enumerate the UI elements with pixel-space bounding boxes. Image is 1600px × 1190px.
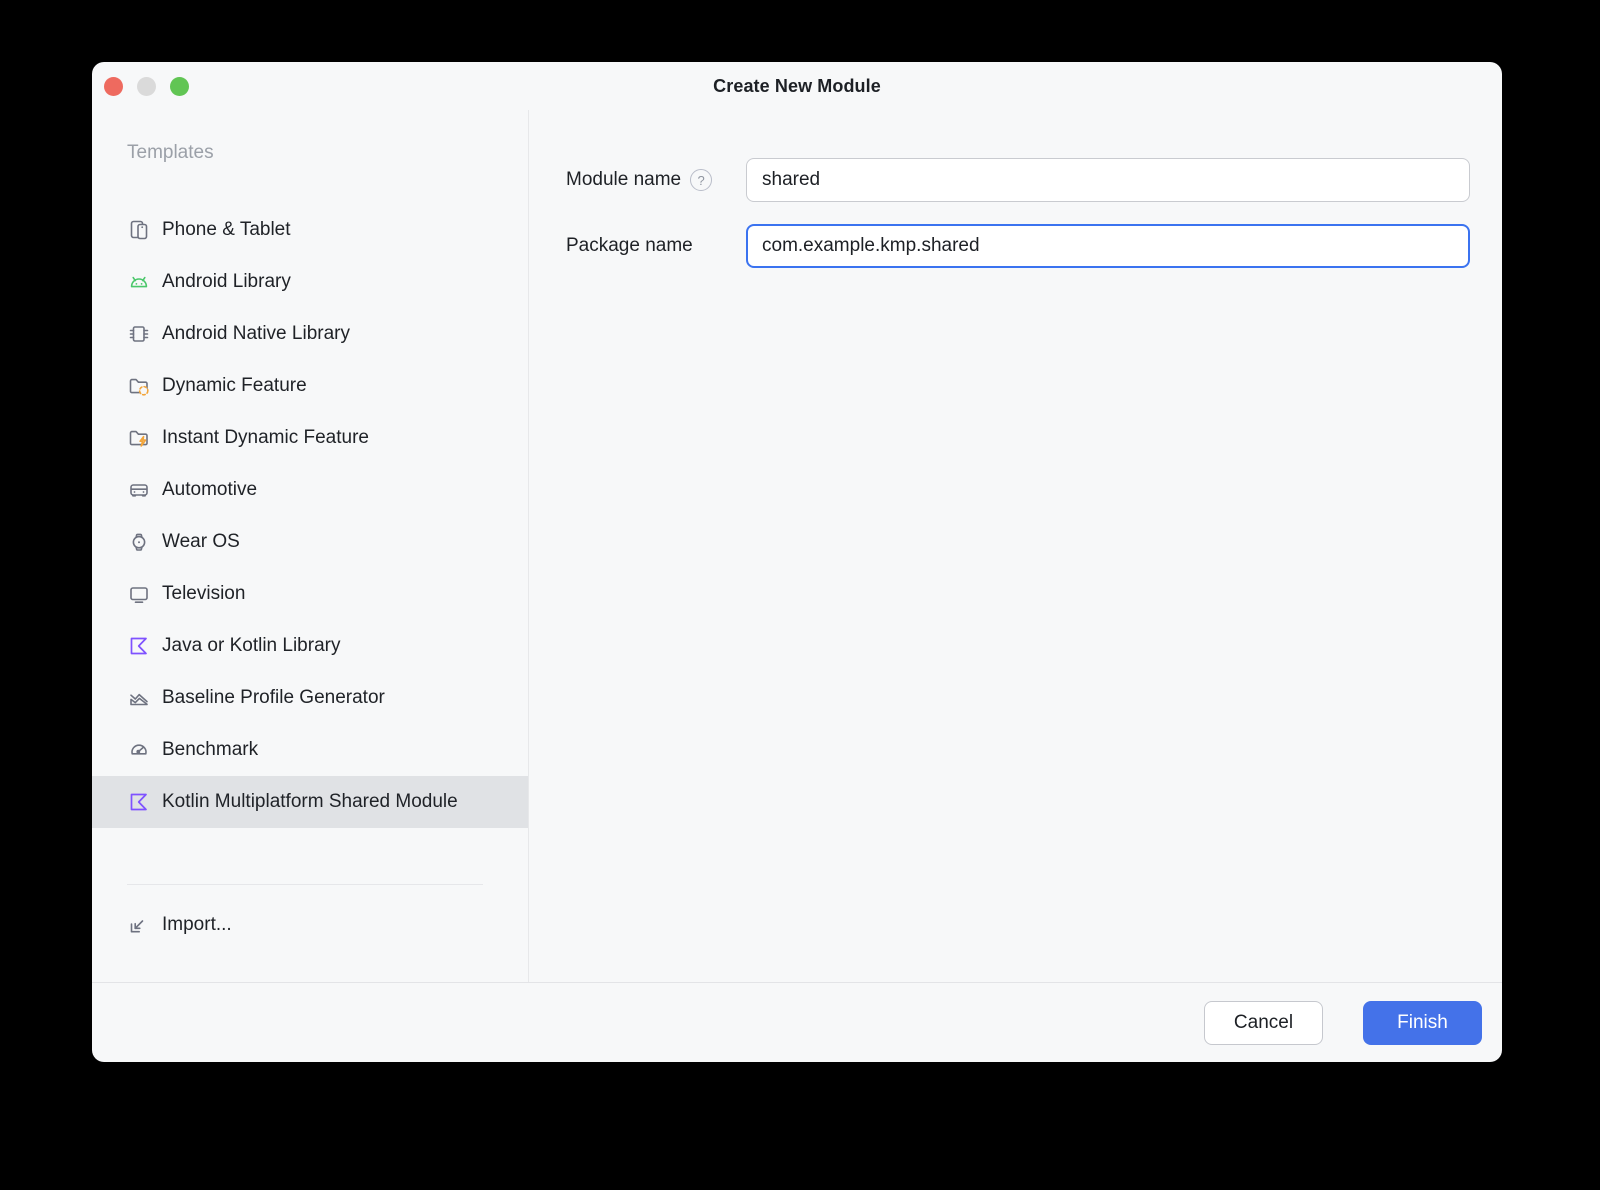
chart-icon: [127, 686, 151, 710]
cancel-button[interactable]: Cancel: [1204, 1000, 1323, 1045]
template-item-label: Android Library: [162, 271, 291, 292]
package-name-label: Package name: [566, 235, 693, 256]
gauge-icon: [127, 738, 151, 762]
package-name-input[interactable]: [746, 224, 1470, 268]
folder-instant-icon: [127, 426, 151, 450]
template-item-android-library[interactable]: Android Library: [92, 256, 528, 308]
import-item[interactable]: Import...: [92, 899, 528, 951]
import-icon: [127, 913, 151, 937]
module-name-label: Module name: [566, 169, 682, 190]
module-name-input[interactable]: [746, 158, 1470, 202]
car-icon: [127, 478, 151, 502]
template-item-label: Phone & Tablet: [162, 219, 291, 240]
chip-icon: [127, 322, 151, 346]
import-label: Import...: [162, 914, 232, 935]
dialog-body: Templates Phone & Tablet Android Library…: [92, 110, 1502, 982]
titlebar: Create New Module: [92, 62, 1502, 110]
folder-dynamic-icon: [127, 374, 151, 398]
template-item-label: Baseline Profile Generator: [162, 687, 385, 708]
minimize-window-button[interactable]: [137, 76, 156, 96]
template-item-instant-dynamic-feature[interactable]: Instant Dynamic Feature: [92, 412, 528, 464]
template-item-android-native-library[interactable]: Android Native Library: [92, 308, 528, 360]
zoom-window-button[interactable]: [170, 76, 189, 96]
template-item-label: Automotive: [162, 479, 258, 500]
template-list: Phone & Tablet Android Library Android N…: [92, 204, 528, 828]
template-item-benchmark[interactable]: Benchmark: [92, 724, 528, 776]
watch-icon: [127, 530, 151, 554]
template-item-label: Kotlin Multiplatform Shared Module: [162, 791, 458, 812]
templates-sidebar: Templates Phone & Tablet Android Library…: [92, 110, 529, 982]
template-item-automotive[interactable]: Automotive: [92, 464, 528, 516]
template-item-label: Java or Kotlin Library: [162, 635, 341, 656]
help-icon[interactable]: ?: [690, 169, 713, 191]
template-item-television[interactable]: Television: [92, 568, 528, 620]
template-item-label: Television: [162, 583, 246, 604]
traffic-lights: [104, 62, 189, 110]
kotlin-icon: [127, 634, 151, 658]
phone-tablet-icon: [127, 218, 151, 242]
template-item-label: Wear OS: [162, 531, 240, 552]
template-item-java-or-kotlin-library[interactable]: Java or Kotlin Library: [92, 620, 528, 672]
template-item-wear-os[interactable]: Wear OS: [92, 516, 528, 568]
package-name-row: Package name: [566, 224, 1470, 268]
template-item-baseline-profile-generator[interactable]: Baseline Profile Generator: [92, 672, 528, 724]
create-new-module-dialog: Create New Module Templates Phone & Tabl…: [92, 62, 1502, 1062]
templates-header: Templates: [127, 142, 214, 163]
tv-icon: [127, 582, 151, 606]
template-item-label: Dynamic Feature: [162, 375, 307, 396]
module-name-row: Module name ?: [566, 158, 1470, 202]
template-item-phone-tablet[interactable]: Phone & Tablet: [92, 204, 528, 256]
finish-button[interactable]: Finish: [1363, 1000, 1482, 1045]
template-item-label: Android Native Library: [162, 323, 350, 344]
dialog-footer: Cancel Finish: [92, 982, 1502, 1062]
kotlin-icon: [127, 790, 151, 814]
module-form: Module name ? Package name: [529, 110, 1502, 982]
dialog-title: Create New Module: [713, 75, 881, 96]
template-item-kotlin-multiplatform-shared-module[interactable]: Kotlin Multiplatform Shared Module: [92, 776, 528, 828]
template-item-label: Benchmark: [162, 739, 259, 760]
android-icon: [127, 270, 151, 294]
template-item-dynamic-feature[interactable]: Dynamic Feature: [92, 360, 528, 412]
close-window-button[interactable]: [104, 76, 123, 96]
template-item-label: Instant Dynamic Feature: [162, 427, 369, 448]
sidebar-divider: [127, 884, 483, 885]
